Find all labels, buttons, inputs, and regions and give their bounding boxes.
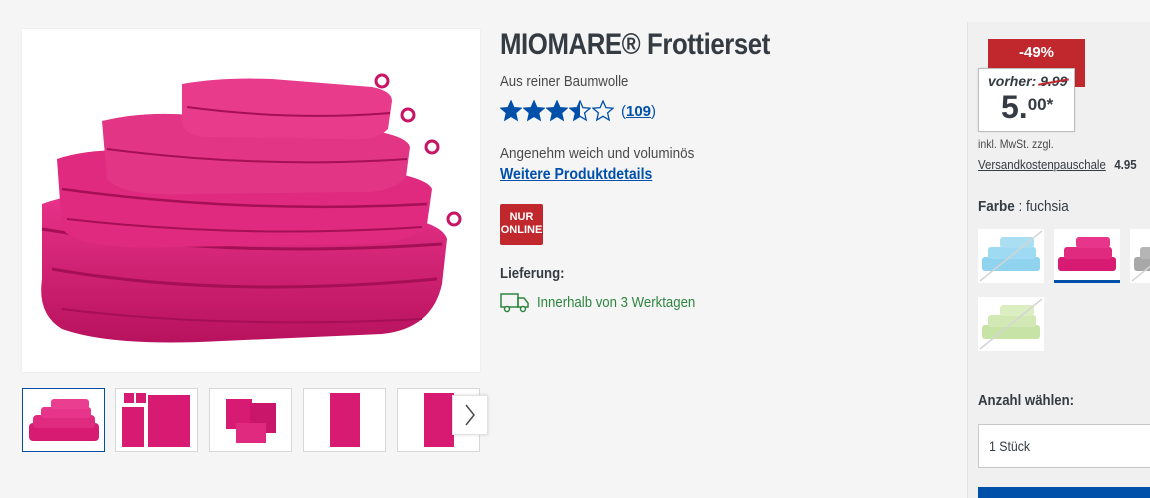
gallery-next-button[interactable]	[452, 395, 488, 435]
current-price-main: 5.	[1001, 89, 1028, 125]
swatch-light-blue-image	[979, 230, 1043, 282]
swatch-fuchsia-image	[1058, 237, 1116, 271]
color-label-text: Farbe	[978, 198, 1015, 215]
star-icon	[546, 100, 568, 122]
chevron-right-icon	[465, 404, 475, 426]
star-icon	[523, 100, 545, 122]
shipping-link[interactable]: Versandkostenpauschale	[978, 157, 1106, 172]
add-to-cart-button[interactable]	[978, 487, 1150, 498]
delivery-label: Lieferung:	[500, 265, 565, 282]
rating[interactable]: (109)	[500, 99, 656, 123]
thumbnail-3[interactable]	[209, 388, 292, 452]
shipping-value: 4.95	[1114, 157, 1137, 172]
thumbnail-bath-towel-image	[330, 393, 360, 447]
online-only-badge: NUR ONLINE	[500, 204, 543, 245]
rating-stars	[500, 100, 615, 122]
current-price: 5.00*	[1001, 89, 1053, 125]
thumbnail-washcloths-image	[226, 399, 276, 443]
color-separator: :	[1014, 198, 1027, 215]
swatch-light-green-image	[979, 298, 1043, 350]
badge-line-1: NUR	[509, 211, 534, 223]
vat-note: inkl. MwSt. zzgl.	[978, 137, 1054, 151]
color-swatch-light-green[interactable]	[978, 297, 1044, 351]
star-icon	[569, 100, 591, 122]
color-swatch-fuchsia[interactable]	[1054, 229, 1120, 283]
delivery-text: Innerhalb von 3 Werktagen	[537, 293, 696, 311]
badge-line-2: ONLINE	[500, 224, 543, 236]
truck-icon	[500, 293, 529, 313]
rating-close-paren: )	[651, 102, 657, 120]
thumbnail-2[interactable]	[115, 388, 198, 452]
swatch-grey-image	[1131, 247, 1150, 282]
previous-price: vorher: 9.99	[988, 73, 1067, 89]
product-title: MIOMARE® Frottierset	[500, 28, 770, 61]
color-swatch-grey[interactable]	[1130, 229, 1150, 283]
product-description: Angenehm weich und voluminös	[500, 145, 695, 162]
previous-price-value: 9.99	[1040, 73, 1068, 89]
thumbnail-1[interactable]	[22, 388, 105, 452]
price-box: vorher: 9.99 5.00*	[978, 68, 1075, 132]
thumbnail-4[interactable]	[303, 388, 386, 452]
quantity-select[interactable]: 1 Stück	[978, 424, 1150, 468]
product-details-link[interactable]: Weitere Produktdetails	[500, 166, 652, 184]
shipping-info: Versandkostenpauschale 4.95	[978, 157, 1137, 172]
rating-count-link[interactable]: (109)	[621, 103, 656, 120]
star-icon	[592, 100, 614, 122]
current-price-cents: 00*	[1027, 95, 1054, 114]
delivery-info: Innerhalb von 3 Werktagen	[500, 290, 717, 314]
towel-set-image	[41, 73, 462, 343]
thumbnail-towel-stack-image	[29, 399, 99, 441]
rating-count: 109	[626, 102, 652, 120]
star-icon	[500, 100, 522, 122]
color-value: fuchsia	[1026, 198, 1069, 215]
thumbnail-strip	[22, 388, 488, 452]
product-main-image[interactable]	[22, 29, 480, 372]
quantity-selected-value: 1 Stück	[989, 438, 1031, 454]
color-label: Farbe : fuchsia	[978, 198, 1069, 215]
color-swatch-light-blue[interactable]	[978, 229, 1044, 283]
previous-price-label: vorher:	[988, 73, 1037, 89]
quantity-label: Anzahl wählen:	[978, 392, 1075, 409]
product-subtitle: Aus reiner Baumwolle	[500, 73, 629, 90]
thumbnail-towels-flat-image	[122, 393, 190, 447]
